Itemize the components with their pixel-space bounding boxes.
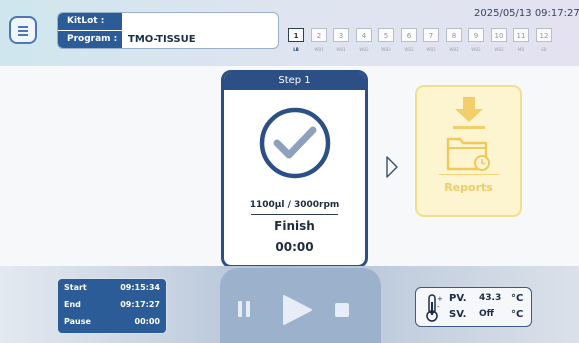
pv-label: PV.	[449, 293, 467, 304]
step-cell-3[interactable]: 3	[333, 28, 349, 42]
end-time-row: End 09:17:27	[58, 300, 166, 316]
pv-row: PV. 43.3 °C	[449, 293, 533, 307]
pv-value: 43.3	[479, 293, 502, 303]
step-cell-12[interactable]: 12	[536, 28, 552, 42]
kitlot-label: KitLot :	[58, 13, 122, 30]
step-cell-5[interactable]: 5	[378, 28, 394, 42]
svg-text:+: +	[437, 295, 443, 303]
top-header: KitLot : Program : TMO-TISSUE 2025/05/13…	[0, 0, 579, 66]
pause-value: 00:00	[134, 317, 160, 326]
stop-icon[interactable]	[334, 302, 350, 322]
program-row: Program : TMO-TISSUE	[58, 31, 278, 48]
step-cell-10[interactable]: 10	[491, 28, 507, 42]
step-parameters: 1100μl / 3000rpm	[249, 200, 340, 210]
play-icon[interactable]	[281, 294, 313, 330]
playback-controls	[220, 268, 381, 343]
end-label: End	[64, 300, 81, 309]
sv-label: SV.	[449, 309, 467, 320]
pause-label: Pause	[64, 317, 91, 326]
sv-row: SV. Off °C	[449, 309, 533, 323]
step-name-8: WB2	[449, 47, 459, 52]
next-arrow-icon[interactable]	[385, 155, 399, 183]
step-status: Finish	[274, 219, 315, 233]
step-cell-11[interactable]: 11	[513, 28, 529, 42]
menu-button[interactable]	[9, 16, 37, 44]
pause-time-row: Pause 00:00	[58, 317, 166, 333]
step-cell-7[interactable]: 7	[423, 28, 439, 42]
program-value[interactable]: TMO-TISSUE	[128, 31, 196, 48]
step-cell-1[interactable]: 1	[288, 28, 304, 42]
pv-unit: °C	[511, 293, 524, 304]
step-name-5: WB2	[381, 47, 391, 52]
step-name-10: WB2	[494, 47, 504, 52]
step-cell-8[interactable]: 8	[446, 28, 462, 42]
step-name-12: EB	[541, 47, 547, 52]
step-cell-9[interactable]: 9	[468, 28, 484, 42]
step-cell-4[interactable]: 4	[356, 28, 372, 42]
step-name-11: MB	[517, 47, 525, 52]
menu-icon-bar	[18, 26, 28, 28]
run-info-box: KitLot : Program : TMO-TISSUE	[57, 12, 279, 49]
svg-text:-: -	[437, 303, 440, 311]
step-cell-6[interactable]: 6	[401, 28, 417, 42]
step-name-1: LB	[293, 47, 299, 52]
step-name-6: WB2	[404, 47, 414, 52]
check-circle-icon	[258, 106, 332, 184]
step-progress-bar: 1 LB 2 WB1 3 WB1 4 WB2 5 WB2 6 WB2 7 WB2 8 WB2 9 WB2 10 WB2…	[288, 28, 560, 58]
kitlot-row: KitLot :	[58, 13, 278, 30]
download-folder-icon	[445, 95, 495, 175]
run-time-box: Start 09:15:34 End 09:17:27 Pause 00:00	[57, 278, 167, 334]
start-value: 09:15:34	[120, 283, 160, 292]
start-time-row: Start 09:15:34	[58, 283, 166, 299]
pause-icon[interactable]	[237, 301, 251, 321]
step-name-7: WB2	[426, 47, 436, 52]
temperature-panel: + - PV. 43.3 °C SV. Off °C	[415, 287, 532, 327]
step-name-2: WB1	[314, 47, 324, 52]
sv-unit: °C	[511, 309, 524, 320]
step-time: 00:00	[275, 240, 314, 254]
reports-label: Reports	[444, 181, 493, 194]
step-cell-2[interactable]: 2	[311, 28, 327, 42]
step-name-9: WB2	[471, 47, 481, 52]
step-name-4: WB2	[359, 47, 369, 52]
divider	[251, 214, 338, 215]
thermometer-icon: + -	[425, 294, 443, 326]
end-value: 09:17:27	[120, 300, 160, 309]
current-step-card: Step 1 1100μl / 3000rpm Finish 00:00	[221, 70, 368, 268]
program-label: Program :	[58, 31, 122, 48]
menu-icon-bar	[18, 30, 28, 32]
start-label: Start	[64, 283, 87, 292]
sv-value: Off	[479, 309, 494, 319]
menu-icon-bar	[18, 34, 28, 36]
step-title: Step 1	[224, 73, 365, 90]
reports-button[interactable]: Reports	[415, 85, 522, 217]
datetime-display: 2025/05/13 09:17:27	[474, 8, 579, 19]
divider	[439, 174, 499, 175]
step-name-3: WB1	[336, 47, 346, 52]
